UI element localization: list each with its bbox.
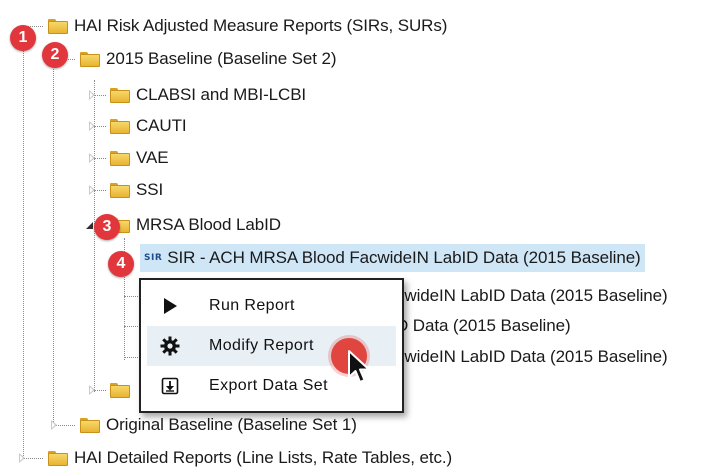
expand-toggle-icon[interactable] (51, 420, 57, 430)
tree-node-hai-detailed-reports[interactable]: HAI Detailed Reports (Line Lists, Rate T… (48, 444, 452, 471)
run-report-menu-item[interactable]: Run Report (147, 286, 396, 326)
tree-node-label: Original Baseline (Baseline Set 1) (106, 415, 357, 434)
tree-line (23, 34, 24, 458)
export-icon (159, 375, 181, 397)
tree-node-2015-baseline[interactable]: 2015 Baseline (Baseline Set 2) (80, 45, 337, 73)
tree-node-report[interactable]: cwideIN LabID Data (2015 Baseline) (396, 282, 668, 310)
folder-icon (110, 150, 130, 166)
menu-item-label: Export Data Set (209, 377, 328, 394)
tree-node-label: MRSA Blood LabID (136, 215, 281, 234)
step-badge-4: 4 (108, 251, 134, 277)
tree-node-label: SIR - ACH MRSA Blood FacwideIN LabID Dat… (167, 248, 641, 267)
mouse-cursor-icon (348, 350, 370, 383)
tree-node-cauti[interactable]: CAUTI (110, 112, 187, 140)
expand-toggle-icon[interactable] (19, 453, 25, 463)
tree-node-label: D Data (2015 Baseline) (396, 316, 571, 335)
tree-line (94, 95, 106, 96)
tree-line (94, 126, 106, 127)
tree-line (23, 458, 43, 459)
tree-node-vae[interactable]: VAE (110, 144, 169, 172)
tree-node-label: HAI Risk Adjusted Measure Reports (SIRs,… (74, 16, 448, 35)
tree-node-label: HAI Detailed Reports (Line Lists, Rate T… (74, 448, 453, 467)
tree-line (124, 326, 140, 327)
tree-line (53, 66, 54, 422)
expand-toggle-icon[interactable] (89, 385, 95, 395)
step-badge-1: 1 (10, 25, 36, 51)
tree-node-label: cwideIN LabID Data (2015 Baseline) (396, 347, 668, 366)
expand-toggle-icon[interactable] (89, 185, 95, 195)
menu-item-label: Modify Report (209, 337, 314, 354)
tree-line (94, 190, 106, 191)
menu-item-label: Run Report (209, 297, 295, 314)
folder-icon (110, 118, 130, 134)
step-badge-2: 2 (42, 42, 68, 68)
tree-node-mrsa-blood-labid[interactable]: MRSA Blood LabID (110, 211, 281, 239)
folder-icon (110, 382, 130, 398)
play-icon (159, 295, 181, 317)
tree-node-label: SSI (136, 180, 164, 199)
tree-line (94, 158, 106, 159)
sir-report-icon: SIR (144, 253, 163, 263)
folder-icon (110, 182, 130, 198)
tree-node-report[interactable]: D Data (2015 Baseline) (396, 312, 571, 340)
expand-toggle-icon[interactable] (89, 90, 95, 100)
tree-node-sir-ach-mrsa-report[interactable]: SIR SIR - ACH MRSA Blood FacwideIN LabID… (140, 244, 645, 272)
folder-icon (48, 450, 68, 466)
tree-node-hai-risk-adjusted[interactable]: HAI Risk Adjusted Measure Reports (SIRs,… (48, 12, 447, 40)
tree-node-clabsi[interactable]: CLABSI and MBI-LCBI (110, 81, 306, 109)
tree-node-label: 2015 Baseline (Baseline Set 2) (106, 49, 337, 68)
step-badge-3: 3 (94, 214, 120, 240)
tree-node-label: CAUTI (136, 116, 187, 135)
tree-line (124, 296, 140, 297)
tree-node-hidden-folder[interactable] (110, 376, 136, 404)
tree-line (124, 357, 140, 358)
gear-icon (159, 335, 181, 357)
tree-node-report[interactable]: cwideIN LabID Data (2015 Baseline) (396, 343, 668, 371)
folder-icon (48, 18, 68, 34)
collapse-toggle-icon[interactable] (86, 222, 93, 229)
tree-node-label: cwideIN LabID Data (2015 Baseline) (396, 286, 668, 305)
expand-toggle-icon[interactable] (89, 121, 95, 131)
folder-icon (80, 417, 100, 433)
expand-toggle-icon[interactable] (89, 153, 95, 163)
tree-node-label: VAE (136, 148, 169, 167)
folder-icon (110, 87, 130, 103)
tree-node-ssi[interactable]: SSI (110, 176, 163, 204)
folder-icon (80, 51, 100, 67)
tree-node-original-baseline[interactable]: Original Baseline (Baseline Set 1) (80, 411, 357, 439)
tree-line (94, 390, 106, 391)
tree-node-label: CLABSI and MBI-LCBI (136, 85, 307, 104)
